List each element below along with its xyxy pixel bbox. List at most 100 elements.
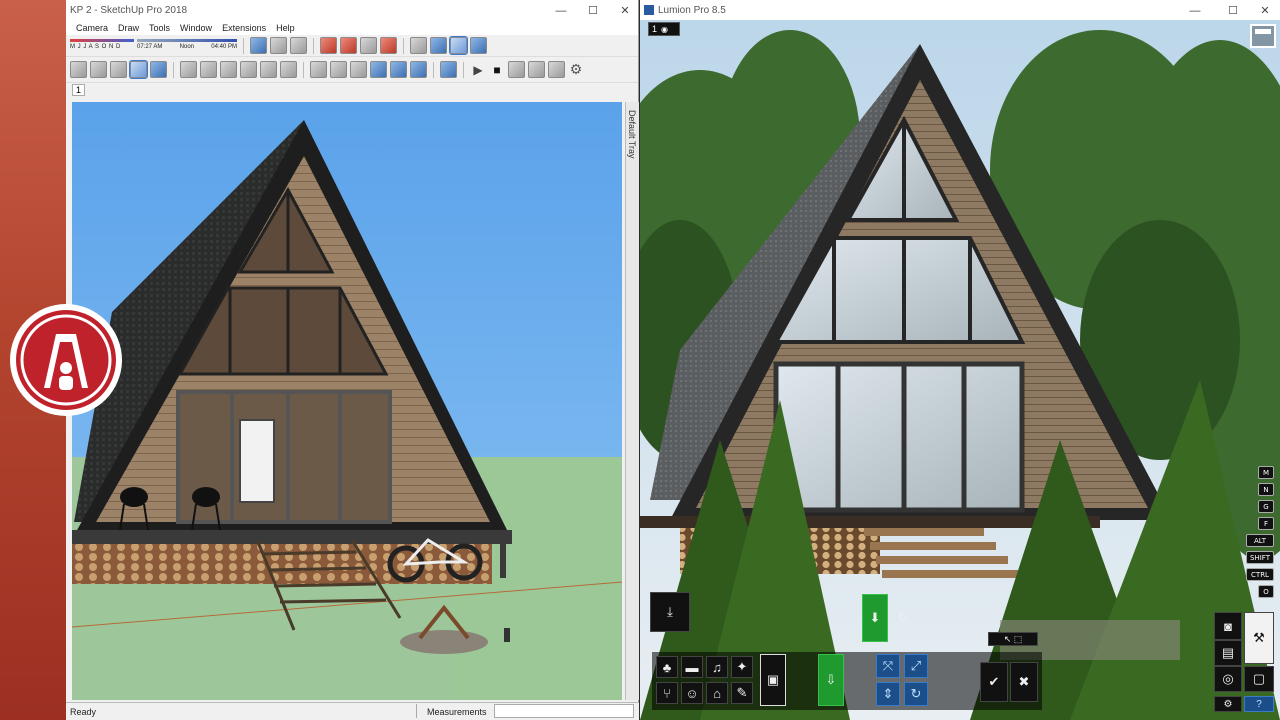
tool-icon[interactable]	[360, 37, 377, 54]
key-g-button[interactable]: G	[1258, 500, 1274, 513]
sound-icon[interactable]: ♫	[706, 656, 728, 678]
imported-models-icon[interactable]: ▣	[760, 654, 786, 706]
key-m-button[interactable]: M	[1258, 466, 1274, 479]
close-icon[interactable]: ✕	[1250, 0, 1280, 21]
close-icon[interactable]: ✕	[610, 0, 640, 21]
buildings-icon[interactable]: ⌂	[706, 682, 728, 704]
refresh-icon[interactable]: ↻	[893, 606, 913, 628]
people-icon[interactable]: ☺	[681, 682, 703, 704]
place-model-icon[interactable]: ⇩	[818, 654, 844, 706]
measurements-input[interactable]	[494, 704, 634, 718]
key-alt-button[interactable]: ALT	[1246, 534, 1274, 547]
tool-icon[interactable]	[410, 61, 427, 78]
tool-icon[interactable]	[410, 37, 427, 54]
photo-mode-icon[interactable]: ◙	[1214, 612, 1242, 640]
eye-icon: ◉	[661, 24, 668, 34]
tool-icon[interactable]	[320, 37, 337, 54]
back-view-icon[interactable]	[260, 61, 277, 78]
tool-icon[interactable]	[340, 37, 357, 54]
lumion-titlebar[interactable]: Lumion Pro 8.5 — ☐ ✕	[640, 0, 1280, 20]
tool-icon[interactable]	[330, 61, 347, 78]
tool-icon[interactable]	[470, 37, 487, 54]
minimize-icon[interactable]: —	[546, 0, 576, 21]
play-icon[interactable]: ▶	[470, 63, 486, 77]
xray-icon[interactable]	[70, 61, 87, 78]
top-view-icon[interactable]	[200, 61, 217, 78]
menu-extensions[interactable]: Extensions	[222, 23, 266, 33]
key-shift-button[interactable]: SHIFT	[1246, 551, 1274, 564]
shadow-time-slider[interactable]: 07:27 AM Noon 04:40 PM	[137, 37, 237, 55]
status-bar: Ready Measurements	[66, 702, 639, 720]
tool-icon[interactable]	[370, 61, 387, 78]
tool-icon[interactable]	[548, 61, 565, 78]
rotate-icon[interactable]: ↻	[904, 682, 928, 706]
default-tray[interactable]: Default Tray	[625, 102, 639, 700]
tool-icon[interactable]	[508, 61, 525, 78]
stop-icon[interactable]: ■	[489, 63, 505, 77]
menu-window[interactable]: Window	[180, 23, 212, 33]
shadows-toolbar: M J J A S O N D 07:27 AM Noon 04:40 PM	[66, 35, 638, 57]
indoor-icon[interactable]: ⑂	[656, 682, 678, 704]
360-panorama-icon[interactable]: ◎	[1214, 666, 1242, 692]
tool-icon[interactable]	[310, 61, 327, 78]
import-model-icon[interactable]: ⤓	[650, 592, 690, 632]
effects-icon[interactable]: ✦	[731, 656, 753, 678]
key-f-button[interactable]: F	[1258, 517, 1274, 530]
fullscreen-toggle-icon[interactable]	[1250, 24, 1276, 48]
key-n-button[interactable]: N	[1258, 483, 1274, 496]
iso-view-icon[interactable]	[180, 61, 197, 78]
lumion-app-icon	[644, 5, 654, 15]
utilities-icon[interactable]: ✎	[731, 682, 753, 704]
minimize-icon[interactable]: —	[1180, 0, 1210, 21]
tool-icon[interactable]	[270, 37, 287, 54]
tool-icon[interactable]	[350, 61, 367, 78]
shadow-date-slider[interactable]: M J J A S O N D	[70, 37, 134, 55]
transport-icon[interactable]: ▬	[681, 656, 703, 678]
window-title: Lumion Pro 8.5	[658, 4, 726, 16]
help-button[interactable]: ?	[1244, 696, 1274, 712]
front-view-icon[interactable]	[220, 61, 237, 78]
key-o-button[interactable]: O	[1258, 585, 1274, 598]
sketchup-viewport[interactable]	[72, 102, 622, 700]
movie-mode-icon[interactable]: ▤	[1214, 640, 1242, 666]
monochrome-icon[interactable]	[150, 61, 167, 78]
delete-trash-icon[interactable]: ✖	[1010, 662, 1038, 702]
measurements-label: Measurements	[427, 707, 487, 717]
right-view-icon[interactable]	[240, 61, 257, 78]
views-toolbar: ▶ ■ ⚙	[66, 57, 638, 83]
scene-tab[interactable]: 1	[72, 84, 86, 96]
tool-icon[interactable]	[290, 37, 307, 54]
properties-wrench-icon[interactable]: ✔	[980, 662, 1008, 702]
tool-icon[interactable]	[380, 37, 397, 54]
menu-help[interactable]: Help	[276, 23, 295, 33]
nature-icon[interactable]: ♣	[656, 656, 678, 678]
left-view-icon[interactable]	[280, 61, 297, 78]
build-mode-icon[interactable]: ⚒	[1244, 612, 1274, 664]
maximize-icon[interactable]: ☐	[1218, 0, 1248, 21]
tool-icon[interactable]	[250, 37, 267, 54]
shaded-textures-icon[interactable]	[129, 60, 148, 79]
tool-icon[interactable]	[430, 37, 447, 54]
menu-tools[interactable]: Tools	[149, 23, 170, 33]
camera-icon[interactable]	[528, 61, 545, 78]
sketchup-titlebar[interactable]: KP 2 - SketchUp Pro 2018 — ☐ ✕	[66, 0, 638, 21]
save-file-icon[interactable]: ▢	[1244, 666, 1274, 692]
move-icon[interactable]: ⤧	[876, 654, 900, 678]
lumion-livesync-icon[interactable]	[440, 61, 457, 78]
menu-camera[interactable]: Camera	[76, 23, 108, 33]
tool-icon[interactable]	[449, 36, 468, 55]
menu-draw[interactable]: Draw	[118, 23, 139, 33]
settings-gear-icon[interactable]: ⚙	[1214, 696, 1242, 712]
gear-icon[interactable]: ⚙	[568, 61, 584, 78]
key-ctrl-button[interactable]: CTRL	[1246, 568, 1274, 581]
maximize-icon[interactable]: ☐	[578, 0, 608, 21]
selection-mode-icon[interactable]: ↖ ⬚	[988, 632, 1038, 646]
save-model-icon[interactable]: ⬇	[862, 594, 888, 642]
scene-selector[interactable]: 1 ◉	[648, 22, 680, 36]
wireframe-icon[interactable]	[110, 61, 127, 78]
height-icon[interactable]: ⇕	[876, 682, 900, 706]
back-edges-icon[interactable]	[90, 61, 107, 78]
scale-icon[interactable]: ⤢	[904, 654, 928, 678]
tool-icon[interactable]	[390, 61, 407, 78]
lumion-viewport[interactable]	[640, 20, 1280, 720]
